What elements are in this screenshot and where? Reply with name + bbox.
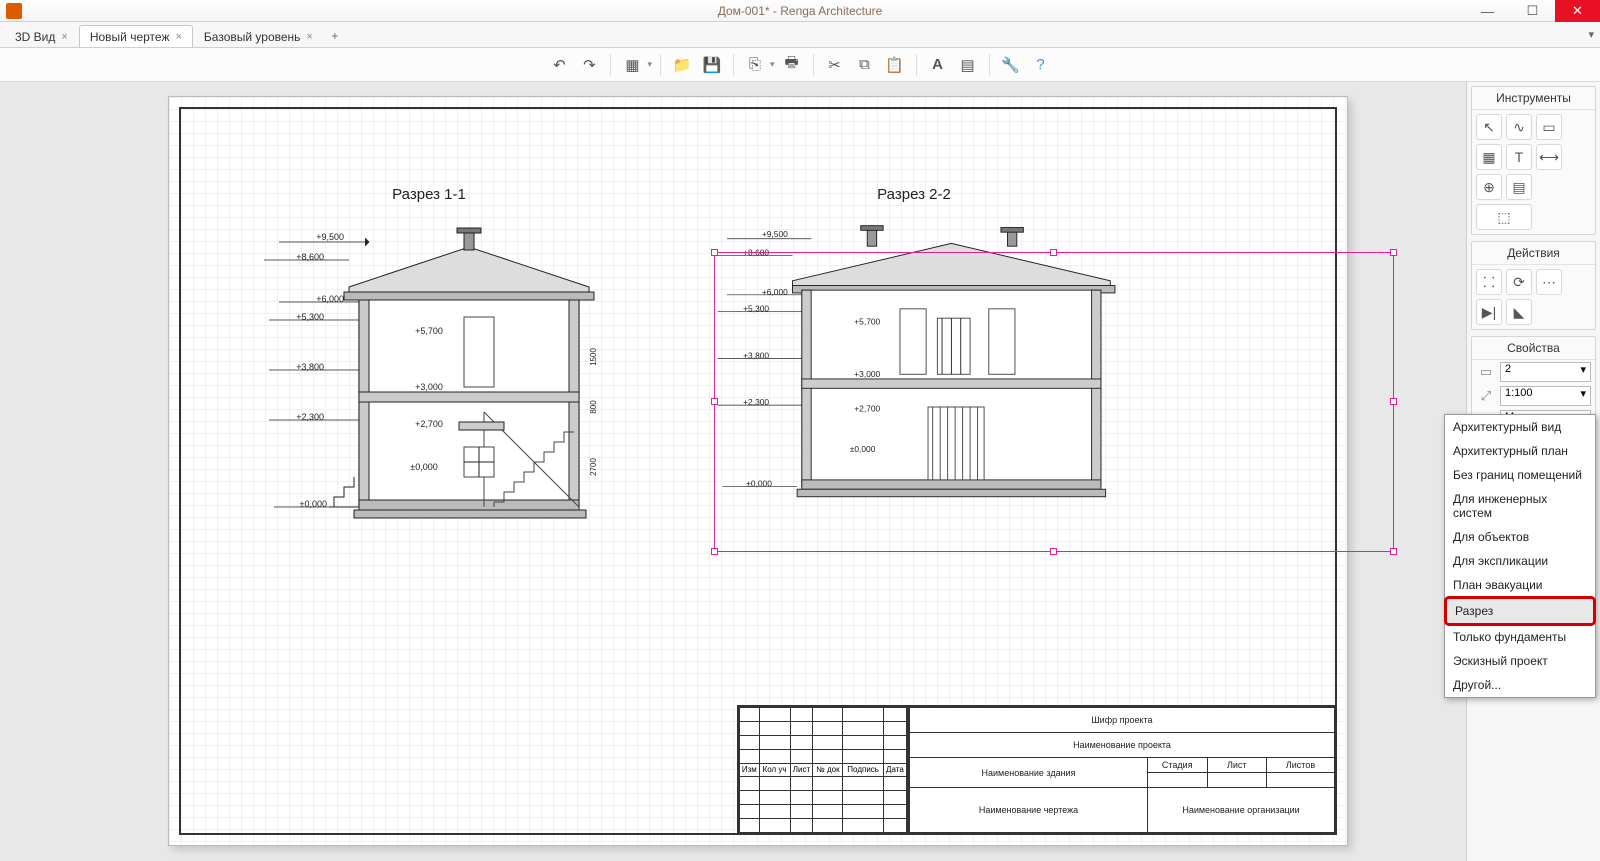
section-icon: ▭ xyxy=(1476,364,1496,380)
section-1: Разрез 1-1 xyxy=(249,192,609,535)
svg-text:+5,300: +5,300 xyxy=(296,312,324,322)
minimize-button[interactable]: — xyxy=(1465,0,1510,22)
dropdown-item[interactable]: Без границ помещений xyxy=(1445,463,1595,487)
section-title: Разрез 1-1 xyxy=(249,186,609,203)
tab-label: Базовый уровень xyxy=(204,30,301,44)
svg-text:±0,000: ±0,000 xyxy=(300,499,327,509)
settings-button[interactable]: 🔧 xyxy=(998,52,1024,78)
select-tool[interactable]: ↖ xyxy=(1476,114,1502,140)
dropdown-item[interactable]: Только фундаменты xyxy=(1445,625,1595,649)
app-icon xyxy=(6,3,22,19)
dropdown-item-selected[interactable]: Разрез xyxy=(1444,596,1596,626)
section-tool[interactable]: ▭ xyxy=(1536,114,1562,140)
trim-tool[interactable]: ◣ xyxy=(1506,299,1532,325)
svg-text:+9,500: +9,500 xyxy=(316,232,344,242)
table-tool[interactable]: ▤ xyxy=(1506,174,1532,200)
titlebar: Дом-001* - Renga Architecture — ☐ ✕ xyxy=(0,0,1600,22)
copy-button[interactable]: ⧉ xyxy=(852,52,878,78)
revision-table: ИзмКол учЛист№ докПодписьДата xyxy=(737,705,907,835)
close-button[interactable]: ✕ xyxy=(1555,0,1600,22)
svg-text:1500: 1500 xyxy=(589,348,598,366)
project-code: Шифр проекта xyxy=(910,708,1335,733)
section-title: Разрез 2-2 xyxy=(699,186,1129,203)
tab-3d-view[interactable]: 3D Вид × xyxy=(4,25,79,47)
paste-button[interactable]: 📋 xyxy=(882,52,908,78)
open-button[interactable]: 📁 xyxy=(669,52,695,78)
main-toolbar: ↶ ↷ ▦▾ 📁 💾 ⎘▾ 🖶 ✂ ⧉ 📋 A ▤ 🔧 ? xyxy=(0,48,1600,82)
mirror-tool[interactable]: ▶| xyxy=(1476,299,1502,325)
text-style-button[interactable]: A xyxy=(925,52,951,78)
maximize-button[interactable]: ☐ xyxy=(1510,0,1555,22)
svg-text:+3,800: +3,800 xyxy=(296,362,324,372)
hatch-tool[interactable]: ▦ xyxy=(1476,144,1502,170)
svg-text:+5,700: +5,700 xyxy=(415,326,443,336)
export-button[interactable]: ⎘ xyxy=(742,52,768,78)
add-tab-button[interactable]: + xyxy=(324,25,346,47)
text-tool[interactable]: T xyxy=(1506,144,1532,170)
close-icon[interactable]: × xyxy=(306,31,312,43)
dropdown-item[interactable]: Другой... xyxy=(1445,673,1595,697)
dropdown-item[interactable]: Архитектурный план xyxy=(1445,439,1595,463)
title-block: Шифр проекта Наименование проекта Наимен… xyxy=(907,705,1337,835)
dropdown-item[interactable]: Для экспликации xyxy=(1445,549,1595,573)
drawing-sheet: Разрез 1-1 xyxy=(168,96,1348,846)
svg-text:800: 800 xyxy=(589,400,598,414)
tab-label: Новый чертеж xyxy=(90,30,170,44)
svg-text:2700: 2700 xyxy=(589,458,598,476)
panel-title: Действия xyxy=(1472,242,1595,265)
dropdown-item[interactable]: Архитектурный вид xyxy=(1445,415,1595,439)
cut-button[interactable]: ✂ xyxy=(822,52,848,78)
svg-text:+2,700: +2,700 xyxy=(415,419,443,429)
main-area: Разрез 1-1 xyxy=(0,82,1600,861)
panel-title: Свойства xyxy=(1472,337,1595,360)
building-name: Наименование здания xyxy=(910,758,1148,788)
drawing-name: Наименование чертежа xyxy=(910,788,1148,833)
viewtype-dropdown[interactable]: Архитектурный вид Архитектурный план Без… xyxy=(1444,414,1596,698)
window-title: Дом-001* - Renga Architecture xyxy=(718,4,883,18)
panel-actions: Действия ⸬ ⟳ ⋯ ▶| ◣ xyxy=(1471,241,1596,330)
tab-label: 3D Вид xyxy=(15,30,55,44)
manage-button[interactable]: ▤ xyxy=(955,52,981,78)
views-button[interactable]: ▦ xyxy=(619,52,645,78)
move-tool[interactable]: ⸬ xyxy=(1476,269,1502,295)
svg-text:+9,500: +9,500 xyxy=(762,229,788,239)
svg-text:+8,600: +8,600 xyxy=(296,252,324,262)
axis-tool[interactable]: ⊕ xyxy=(1476,174,1502,200)
scale-select[interactable]: 1:100 ▾ xyxy=(1500,386,1591,406)
section-drawing-1: +9,500 +8,600 +6,000 +5,300 +3,800 +2,30… xyxy=(249,192,609,532)
close-icon[interactable]: × xyxy=(175,31,181,43)
selection-box[interactable] xyxy=(714,252,1394,552)
close-icon[interactable]: × xyxy=(61,31,67,43)
rotate-tool[interactable]: ⟳ xyxy=(1506,269,1532,295)
save-button[interactable]: 💾 xyxy=(699,52,725,78)
svg-text:+2,300: +2,300 xyxy=(296,412,324,422)
project-name: Наименование проекта xyxy=(910,733,1335,758)
view-tool[interactable]: ⬚ xyxy=(1476,204,1532,230)
svg-text:+6,000: +6,000 xyxy=(316,294,344,304)
help-button[interactable]: ? xyxy=(1028,52,1054,78)
org-name: Наименование организации xyxy=(1148,788,1335,833)
tabs-overflow-icon[interactable]: ▾ xyxy=(1588,28,1594,41)
document-tabs: 3D Вид × Новый чертеж × Базовый уровень × +… xyxy=(0,22,1600,48)
svg-text:±0,000: ±0,000 xyxy=(410,462,437,472)
svg-text:+3,000: +3,000 xyxy=(415,382,443,392)
copy-tool[interactable]: ⋯ xyxy=(1536,269,1562,295)
scale-icon: ⤢ xyxy=(1476,388,1496,404)
tab-base-level[interactable]: Базовый уровень × xyxy=(193,25,324,47)
print-button[interactable]: 🖶 xyxy=(779,52,805,78)
dropdown-item[interactable]: Для инженерных систем xyxy=(1445,487,1595,525)
dropdown-item[interactable]: Эскизный проект xyxy=(1445,649,1595,673)
redo-button[interactable]: ↷ xyxy=(576,52,602,78)
panel-instruments: Инструменты ↖ ∿ ▭ ▦ T ⟷ ⊕ ▤ ⬚ xyxy=(1471,86,1596,235)
dimension-tool[interactable]: ⟷ xyxy=(1536,144,1562,170)
canvas[interactable]: Разрез 1-1 xyxy=(0,82,1466,861)
dropdown-item[interactable]: План эвакуации xyxy=(1445,573,1595,597)
section-number-select[interactable]: 2 ▾ xyxy=(1500,362,1591,382)
undo-button[interactable]: ↶ xyxy=(546,52,572,78)
dropdown-item[interactable]: Для объектов xyxy=(1445,525,1595,549)
line-tool[interactable]: ∿ xyxy=(1506,114,1532,140)
tab-drawing[interactable]: Новый чертеж × xyxy=(79,25,193,47)
panel-title: Инструменты xyxy=(1472,87,1595,110)
